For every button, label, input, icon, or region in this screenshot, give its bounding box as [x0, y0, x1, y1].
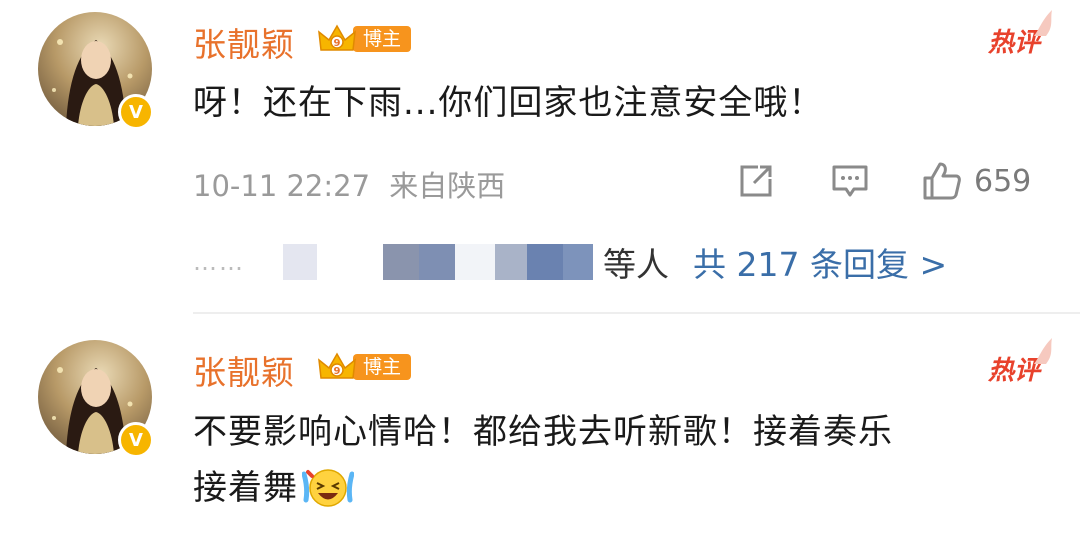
flame-wing-icon	[1034, 338, 1052, 364]
verified-badge-icon: V	[118, 94, 154, 130]
share-icon[interactable]	[734, 159, 778, 203]
crown-icon: 9	[315, 350, 359, 384]
blurred-username	[455, 244, 495, 280]
blogger-label: 博主	[353, 26, 412, 52]
avatar[interactable]: V	[38, 12, 154, 130]
thumbs-up-icon[interactable]	[920, 159, 964, 203]
crown-icon: 9	[315, 22, 359, 56]
comment-source: 来自陕西	[389, 169, 506, 203]
reply-suffix: 等人	[603, 245, 669, 284]
blogger-label: 博主	[353, 354, 412, 380]
comment-actions: 659	[734, 158, 1031, 204]
username[interactable]: 张靓颖	[193, 346, 295, 394]
comment-icon[interactable]	[828, 159, 872, 203]
svg-text:9: 9	[334, 38, 341, 49]
blurred-username	[283, 244, 317, 280]
comment-text-line: 不要影响心情哈！都给我去听新歌！接着奏乐	[193, 412, 893, 452]
username[interactable]: 张靓颖	[193, 18, 295, 66]
comment-text-line: 接着舞	[193, 468, 298, 508]
blurred-username	[563, 244, 593, 280]
verified-badge-icon: V	[118, 422, 154, 458]
blurred-username	[419, 244, 455, 280]
comment-meta: 10-11 22:27 来自陕西	[193, 163, 505, 205]
flame-wing-icon	[1034, 10, 1052, 36]
avatar[interactable]: V	[38, 340, 154, 458]
svg-text:9: 9	[334, 366, 341, 377]
laughing-tears-emoji-icon	[302, 469, 354, 507]
total-replies-link[interactable]: 共 217 条回复 >	[693, 238, 947, 286]
blurred-username	[317, 244, 383, 280]
like-count: 659	[974, 163, 1032, 199]
blogger-badge: 9 博主	[315, 350, 412, 384]
comment-time: 10-11 22:27	[193, 169, 371, 203]
comment-text: 不要影响心情哈！都给我去听新歌！接着奏乐 接着舞	[193, 404, 1033, 516]
blurred-username	[383, 244, 419, 280]
comment-text: 呀！还在下雨...你们回家也注意安全哦！	[193, 83, 824, 123]
blurred-username	[527, 244, 563, 280]
comment-text-line-wrap: 接着舞	[193, 460, 1033, 516]
blogger-badge: 9 博主	[315, 22, 412, 56]
hot-comment-label: 热评	[988, 10, 1052, 59]
replies-preview[interactable]: …… 等人 共 217 条回复 >	[193, 234, 947, 290]
comment-item: V 张靓颖 9 博主 热评 不要影响心情哈！都给我去听新歌！接着奏乐 接着舞	[0, 322, 1080, 535]
divider	[193, 312, 1080, 314]
reply-dots: ……	[193, 248, 245, 276]
blurred-username	[495, 244, 527, 280]
hot-comment-label: 热评	[988, 338, 1052, 387]
comment-item: V 张靓颖 9 博主 热评 呀！还在下雨...你们回家也注意安全哦！ 10-11…	[0, 0, 1080, 312]
